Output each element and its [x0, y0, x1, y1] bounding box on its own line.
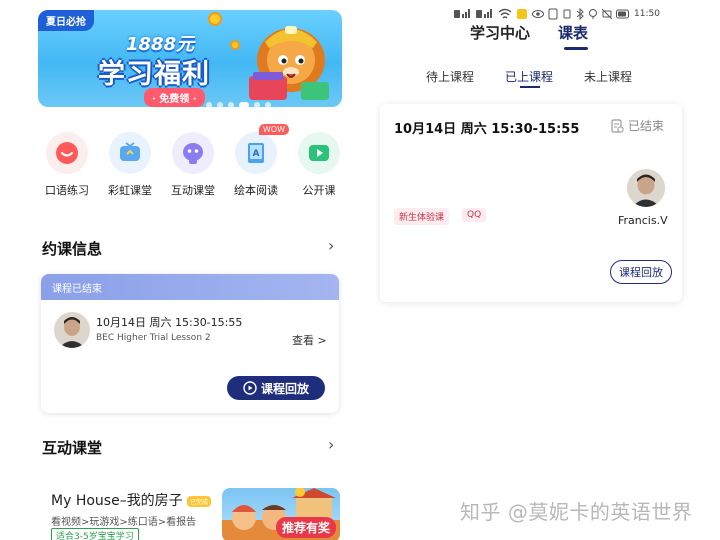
- coin-icon: [230, 40, 240, 50]
- speech-bubble-icon: [46, 132, 88, 174]
- chevron-right-icon[interactable]: ›: [328, 435, 334, 454]
- page-dot[interactable]: [228, 102, 234, 107]
- mute-icon: [602, 8, 612, 20]
- robot-icon: [172, 132, 214, 174]
- quick-action-label: 互动课堂: [171, 184, 215, 197]
- battery-icon: [616, 9, 629, 19]
- subtab-upcoming[interactable]: 待上课程: [426, 68, 474, 85]
- wifi-icon: [498, 8, 512, 19]
- hd-signal-icon: [454, 9, 470, 18]
- booking-time: 10月14日 周六 15:30-15:55: [96, 316, 243, 329]
- promo-banner[interactable]: 夏日必抢 1888元 学习福利 · 免费领 ·: [38, 10, 342, 107]
- lesson-thumbnail[interactable]: 推荐有奖: [222, 488, 340, 540]
- quick-action-label: 口语练习: [45, 184, 89, 197]
- svg-text:A: A: [253, 149, 260, 159]
- completed-badge: 已完成: [187, 495, 212, 507]
- lion-mascot-illustration: [249, 26, 329, 100]
- coin-icon: [208, 12, 222, 26]
- watermark: 知乎 @莫妮卡的英语世界: [460, 500, 693, 524]
- quick-action-picture-book[interactable]: A WOW 绘本阅读: [227, 124, 289, 198]
- interactive-lesson-card[interactable]: My House–我的房子 已完成 看视频>玩游戏>练口语>看报告 适合3-5岁…: [41, 486, 341, 540]
- quick-action-open-class[interactable]: 公开课: [290, 132, 348, 198]
- lesson-title-text: My House–我的房子: [51, 493, 183, 509]
- active-tab-indicator: [564, 47, 588, 50]
- teacher-name: Francis.V: [618, 214, 668, 227]
- subtab-attended[interactable]: 已上课程: [505, 68, 553, 85]
- play-icon: [298, 132, 340, 174]
- platform-tag: QQ: [462, 208, 487, 222]
- location-icon: [589, 9, 597, 19]
- eye-icon: [532, 10, 544, 18]
- page-dot[interactable]: [254, 102, 260, 107]
- vibrate-icon: [563, 9, 571, 19]
- age-tag: 适合3-5岁宝宝学习: [51, 528, 139, 540]
- book-icon: A WOW: [235, 124, 289, 174]
- banner-title: 学习福利: [98, 59, 210, 90]
- hd-signal-icon: [476, 9, 492, 18]
- status-time: 11:50: [634, 9, 660, 19]
- banner-subtitle: · 免费领 ·: [144, 88, 205, 107]
- page-dot[interactable]: [265, 102, 271, 107]
- quick-actions: 口语练习 彩虹课堂 互动课堂 A WOW 绘本阅读 公开课: [38, 124, 348, 198]
- quick-action-label: 公开课: [302, 184, 336, 197]
- lesson-record-card[interactable]: 10月14日 周六 15:30-15:55 已结束 新生体验课 QQ Franc…: [380, 104, 682, 302]
- notification-icon: [517, 9, 527, 19]
- recommend-badge: 推荐有奖: [275, 517, 336, 538]
- lesson-title: My House–我的房子 已完成: [51, 490, 212, 510]
- status-bar: 11:50: [454, 8, 660, 20]
- nfc-icon: [548, 8, 558, 20]
- teacher-avatar: [627, 169, 665, 207]
- chevron-right-icon[interactable]: ›: [328, 236, 334, 255]
- lesson-time: 10月14日 周六 15:30-15:55: [394, 122, 580, 137]
- quick-action-rainbow-class[interactable]: 彩虹课堂: [101, 132, 159, 198]
- booking-lesson: BEC Higher Trial Lesson 2: [96, 333, 211, 343]
- page-dot[interactable]: [217, 102, 223, 107]
- document-check-icon: [611, 118, 624, 133]
- booking-section-title: 约课信息: [42, 240, 103, 258]
- tab-schedule[interactable]: 课表: [558, 22, 588, 43]
- quick-action-label: 绘本阅读: [234, 184, 278, 197]
- quick-action-interactive-class[interactable]: 互动课堂: [164, 132, 222, 198]
- view-link[interactable]: 查看 >: [292, 332, 327, 348]
- quick-action-label: 彩虹课堂: [108, 184, 152, 197]
- lesson-status: 已结束: [610, 117, 664, 134]
- lesson-type-tag: 新生体验课: [394, 208, 450, 225]
- banner-tag: 夏日必抢: [38, 10, 94, 31]
- lesson-steps: 看视频>玩游戏>练口语>看报告: [51, 517, 197, 528]
- replay-button[interactable]: 课程回放: [610, 260, 672, 284]
- left-app-screen: 夏日必抢 1888元 学习福利 · 免费领 · 口语练习 彩虹课堂 互动课堂 A…: [0, 0, 370, 540]
- booking-status: 课程已结束: [41, 274, 339, 300]
- interactive-section-title: 互动课堂: [42, 439, 103, 457]
- wow-badge: WOW: [258, 124, 289, 135]
- active-subtab-indicator: [520, 86, 540, 88]
- quick-action-speaking[interactable]: 口语练习: [38, 132, 96, 198]
- replay-button-label: 课程回放: [260, 381, 309, 396]
- tv-icon: [109, 132, 151, 174]
- play-circle-icon: [243, 381, 257, 395]
- replay-button[interactable]: 课程回放: [227, 376, 325, 400]
- lesson-status-label: 已结束: [628, 119, 665, 133]
- teacher-avatar: [54, 312, 90, 348]
- banner-pagination: [206, 102, 271, 107]
- page-dot-active[interactable]: [239, 102, 249, 107]
- subtab-missed[interactable]: 未上课程: [584, 68, 632, 85]
- tab-study-center[interactable]: 学习中心: [470, 22, 530, 43]
- page-dot[interactable]: [206, 102, 212, 107]
- booking-card[interactable]: 课程已结束 10月14日 周六 15:30-15:55 BEC Higher T…: [41, 274, 339, 413]
- bluetooth-icon: [576, 8, 584, 20]
